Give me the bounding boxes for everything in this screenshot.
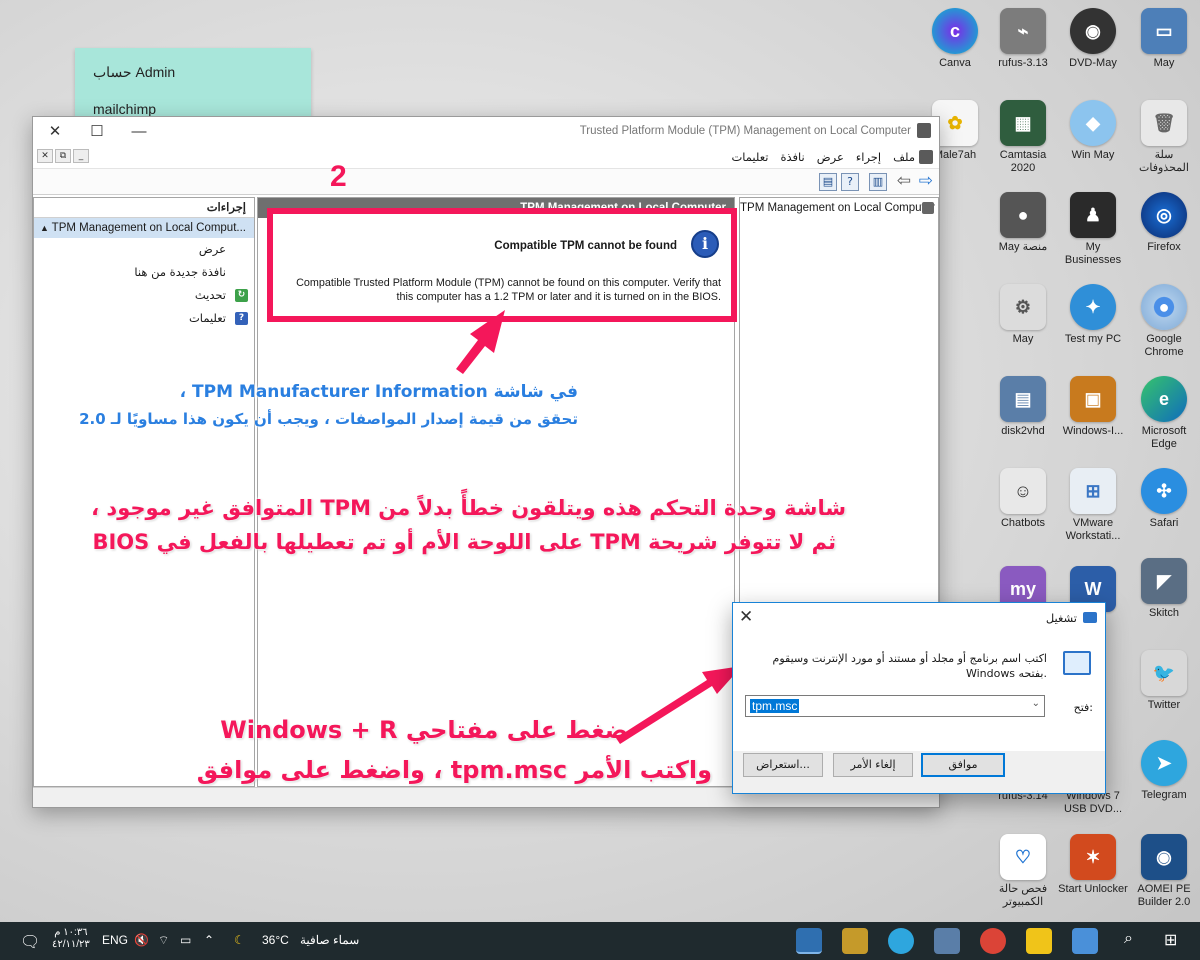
taskbar-chrome-icon[interactable]: [980, 928, 1006, 954]
open-label: فتح:: [1073, 701, 1093, 714]
language-indicator[interactable]: ENG: [102, 933, 128, 947]
ok-button[interactable]: موافق: [921, 753, 1005, 777]
wifi-icon[interactable]: ⌔: [158, 933, 169, 948]
start-windows-icon[interactable]: ⊞: [1164, 930, 1177, 950]
open-input-value[interactable]: tpm.msc: [750, 699, 800, 713]
run-buttons: استعراض... إلغاء الأمر موافق: [743, 753, 1095, 777]
taskbar-app-manager[interactable]: [934, 928, 960, 954]
clock-time: ١٠:٣٦ م: [54, 927, 88, 938]
run-close-icon[interactable]: ✕: [739, 607, 753, 627]
run-dialog-body: اكتب اسم برنامج أو مجلد أو مستند أو مورد…: [733, 633, 1105, 751]
arrow-to-error: [456, 310, 505, 374]
moon-weather-icon[interactable]: ☾: [234, 933, 245, 947]
taskbar: 🗨 ١٠:٣٦ م ٤٢/١١/٢٣ ENG 🔇 ⌔ ▭ ⌃ ☾ 36°C سم…: [0, 922, 1200, 960]
open-combobox[interactable]: tpm.msc ⌄: [745, 695, 1045, 717]
notifications-icon[interactable]: 🗨: [20, 932, 40, 952]
weather-description[interactable]: سماء صافية: [300, 933, 359, 947]
browse-button[interactable]: استعراض...: [743, 753, 823, 777]
run-dialog[interactable]: ✕ تشغيل اكتب اسم برنامج أو مجلد أو مستند…: [732, 602, 1106, 794]
run-description: اكتب اسم برنامج أو مجلد أو مستند أو مورد…: [772, 652, 1047, 680]
run-program-icon: [1063, 651, 1091, 675]
clock[interactable]: ١٠:٣٦ م ٤٢/١١/٢٣: [52, 927, 90, 951]
taskbar-app-run[interactable]: [796, 928, 822, 954]
weather-temp[interactable]: 36°C: [262, 933, 289, 947]
search-icon[interactable]: ⌕: [1124, 930, 1133, 948]
clock-date: ٤٢/١١/٢٣: [52, 939, 90, 950]
arrow-to-run: [616, 666, 742, 744]
run-dialog-title: تشغيل: [1045, 611, 1077, 625]
run-title-icon: [1083, 612, 1097, 623]
battery-icon[interactable]: ▭: [180, 933, 191, 947]
taskbar-explorer-icon[interactable]: [1026, 928, 1052, 954]
dropdown-chevron-icon[interactable]: ⌄: [1032, 698, 1040, 709]
taskbar-app-tpm[interactable]: [842, 928, 868, 954]
taskbar-store-icon[interactable]: [1072, 928, 1098, 954]
volume-muted-icon[interactable]: 🔇: [134, 933, 149, 947]
cancel-button[interactable]: إلغاء الأمر: [833, 753, 913, 777]
show-hidden-icons-chevron[interactable]: ⌃: [204, 933, 214, 947]
annotation-arrows: [456, 310, 742, 744]
taskbar-telegram-icon[interactable]: [888, 928, 914, 954]
run-dialog-title-bar[interactable]: ✕ تشغيل: [733, 603, 1105, 633]
